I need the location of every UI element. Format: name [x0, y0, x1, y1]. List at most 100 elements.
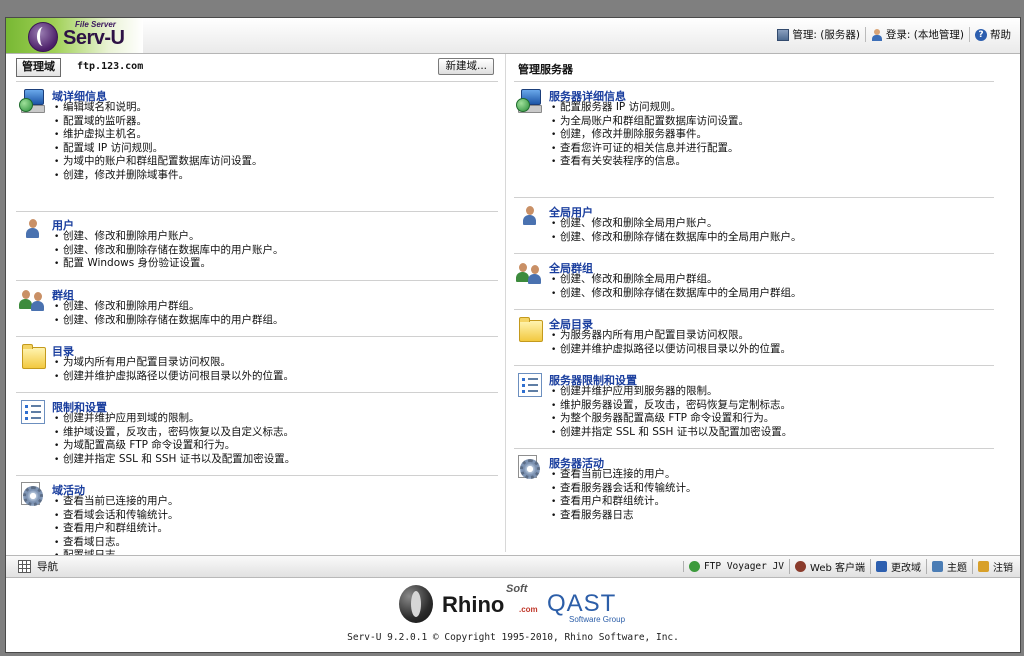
grid-icon [18, 560, 31, 573]
theme-button[interactable]: 主题 [926, 559, 972, 574]
rhinosoft-logo-soft: Soft [506, 583, 528, 595]
server-limits-list-icon[interactable] [516, 372, 544, 398]
section-list: 创建并维护应用到域的限制。 维护域设置，反攻击，密码恢复以及自定义标志。 为域配… [54, 412, 295, 466]
section-list: 创建、修改和删除用户账户。 创建、修改和删除存储在数据库中的用户账户。 配置 W… [54, 230, 284, 271]
domain-panel: 管理域 ftp.123.com 新建域... 域详细信息 编辑域名和说明。 配置… [6, 54, 503, 561]
list-item: 创建、修改和删除全局用户群组。 [551, 273, 802, 287]
logout-icon [978, 561, 989, 572]
global-group-icon[interactable] [516, 260, 544, 286]
list-item: 查看用户和群组统计。 [54, 522, 179, 536]
global-folder-icon[interactable] [516, 316, 544, 342]
server-icon [777, 28, 790, 41]
manage-domain-tab[interactable]: 管理域 [16, 58, 61, 77]
list-item: 配置服务器 IP 访问规则。 [551, 101, 749, 115]
divider [514, 448, 994, 449]
section-list: 创建、修改和删除全局用户账户。 创建、修改和删除存储在数据库中的全局用户账户。 [551, 217, 802, 244]
server-panel-title: 管理服务器 [518, 63, 573, 76]
top-links: 管理: (服务器) 登录: (本地管理) ? 帮助 [772, 27, 1016, 42]
qast-logo-text: QAST [547, 590, 617, 617]
list-item: 维护服务器设置，反攻击，密码恢复与定制标志。 [551, 399, 792, 413]
new-domain-button[interactable]: 新建域... [438, 58, 494, 75]
serv-u-logo: File Server Serv-U [6, 18, 143, 53]
list-item: 查看您许可证的相关信息并进行配置。 [551, 142, 749, 156]
list-item: 查看有关安装程序的信息。 [551, 155, 749, 169]
list-item: 创建并维护应用到服务器的限制。 [551, 385, 792, 399]
divider [514, 365, 994, 366]
web-client-label: Web 客户端 [810, 563, 865, 574]
divider [16, 392, 498, 393]
server-panel: 管理服务器 服务器详细信息 配置服务器 IP 访问规则。 为全局账户和群组配置数… [505, 54, 1020, 552]
section-list: 查看当前已连接的用户。 查看域会话和传输统计。 查看用户和群组统计。 查看域日志… [54, 495, 179, 563]
divider [514, 197, 994, 198]
rhinosoft-logo-mark [399, 585, 433, 623]
rhinosoft-logo-text: Rhino [442, 592, 505, 617]
copyright-text: Serv-U 9.2.0.1 © Copyright 1995-2010, Rh… [347, 632, 679, 643]
list-item: 编辑域名和说明。 [54, 101, 263, 115]
list-item: 为域中的账户和群组配置数据库访问设置。 [54, 155, 263, 169]
divider [514, 81, 994, 82]
help-link[interactable]: ? 帮助 [970, 27, 1016, 42]
list-item: 查看服务器日志 [551, 509, 697, 523]
login-link[interactable]: 登录: (本地管理) [866, 27, 970, 42]
qast-logo: QAST Software Group [547, 590, 643, 624]
logo-title: Serv-U [63, 27, 125, 49]
list-item: 查看域会话和传输统计。 [54, 509, 179, 523]
list-item: 创建、修改和删除存储在数据库中的全局用户群组。 [551, 287, 802, 301]
navigation-button[interactable]: 导航 [18, 559, 58, 574]
navigation-label: 导航 [37, 561, 58, 573]
list-item: 为整个服务器配置高级 FTP 命令设置和行为。 [551, 412, 792, 426]
divider [16, 475, 498, 476]
group-icon[interactable] [19, 287, 47, 313]
current-domain-name: ftp.123.com [77, 61, 144, 72]
change-domain-button[interactable]: 更改域 [870, 559, 926, 574]
domain-details-icon[interactable] [19, 88, 47, 114]
global-user-icon[interactable] [516, 204, 544, 230]
ftp-voyager-icon [688, 561, 700, 572]
section-list: 编辑域名和说明。 配置域的监听器。 维护虚拟主机名。 配置域 IP 访问规则。 … [54, 101, 263, 183]
logout-button[interactable]: 注销 [972, 559, 1018, 574]
list-item: 维护域设置，反攻击，密码恢复以及自定义标志。 [54, 426, 295, 440]
list-item: 创建、修改和删除全局用户账户。 [551, 217, 802, 231]
list-item: 配置 Windows 身份验证设置。 [54, 257, 284, 271]
list-item: 配置域 IP 访问规则。 [54, 142, 263, 156]
list-item: 创建，修改并删除域事件。 [54, 169, 263, 183]
change-domain-icon [876, 561, 887, 572]
rhinosoft-logo-com: .com [519, 605, 538, 614]
folder-icon[interactable] [19, 343, 47, 369]
serv-u-console: File Server Serv-U 管理: (服务器) 登录: (本地管理) … [5, 17, 1021, 653]
serv-u-logo-mark [28, 22, 58, 52]
bottom-toolbar: 导航 FTP Voyager JV Web 客户端 更改域 主题 注销 [6, 555, 1020, 578]
list-item: 查看服务器会话和传输统计。 [551, 482, 697, 496]
help-label: 帮助 [990, 29, 1011, 41]
web-client-icon [795, 561, 807, 572]
header-bar: File Server Serv-U 管理: (服务器) 登录: (本地管理) … [6, 18, 1020, 54]
list-item: 创建并指定 SSL 和 SSH 证书以及配置加密设置。 [54, 453, 295, 467]
manage-server-label: 管理: (服务器) [792, 29, 860, 41]
list-item: 查看当前已连接的用户。 [54, 495, 179, 509]
list-item: 创建并指定 SSL 和 SSH 证书以及配置加密设置。 [551, 426, 792, 440]
server-activity-gear-icon[interactable] [516, 455, 544, 481]
logout-label: 注销 [993, 563, 1013, 574]
toolbar-actions: FTP Voyager JV Web 客户端 更改域 主题 注销 [682, 559, 1018, 574]
list-item: 维护虚拟主机名。 [54, 128, 263, 142]
ftp-voyager-button[interactable]: FTP Voyager JV [682, 561, 789, 572]
list-item: 为全局账户和群组配置数据库访问设置。 [551, 115, 749, 129]
section-list: 创建、修改和删除全局用户群组。 创建、修改和删除存储在数据库中的全局用户群组。 [551, 273, 802, 300]
section-list: 为服务器内所有用户配置目录访问权限。 创建并维护虚拟路径以便访问根目录以外的位置… [551, 329, 791, 356]
list-item: 查看当前已连接的用户。 [551, 468, 697, 482]
ftp-voyager-label: FTP Voyager JV [703, 561, 785, 572]
web-client-button[interactable]: Web 客户端 [789, 559, 870, 574]
list-item: 创建、修改和删除存储在数据库中的用户群组。 [54, 314, 284, 328]
manage-server-link[interactable]: 管理: (服务器) [772, 27, 866, 42]
divider [16, 211, 498, 212]
divider [16, 336, 498, 337]
activity-gear-icon[interactable] [19, 482, 47, 508]
limits-list-icon[interactable] [19, 399, 47, 425]
change-domain-label: 更改域 [891, 563, 921, 574]
domain-header: 管理域 ftp.123.com 新建域... [16, 58, 496, 78]
user-icon[interactable] [19, 217, 47, 243]
server-details-icon[interactable] [516, 88, 544, 114]
qast-logo-subtitle: Software Group [569, 615, 626, 624]
section-list: 为域内所有用户配置目录访问权限。 创建并维护虚拟路径以便访问根目录以外的位置。 [54, 356, 294, 383]
list-item: 创建、修改和删除用户群组。 [54, 300, 284, 314]
